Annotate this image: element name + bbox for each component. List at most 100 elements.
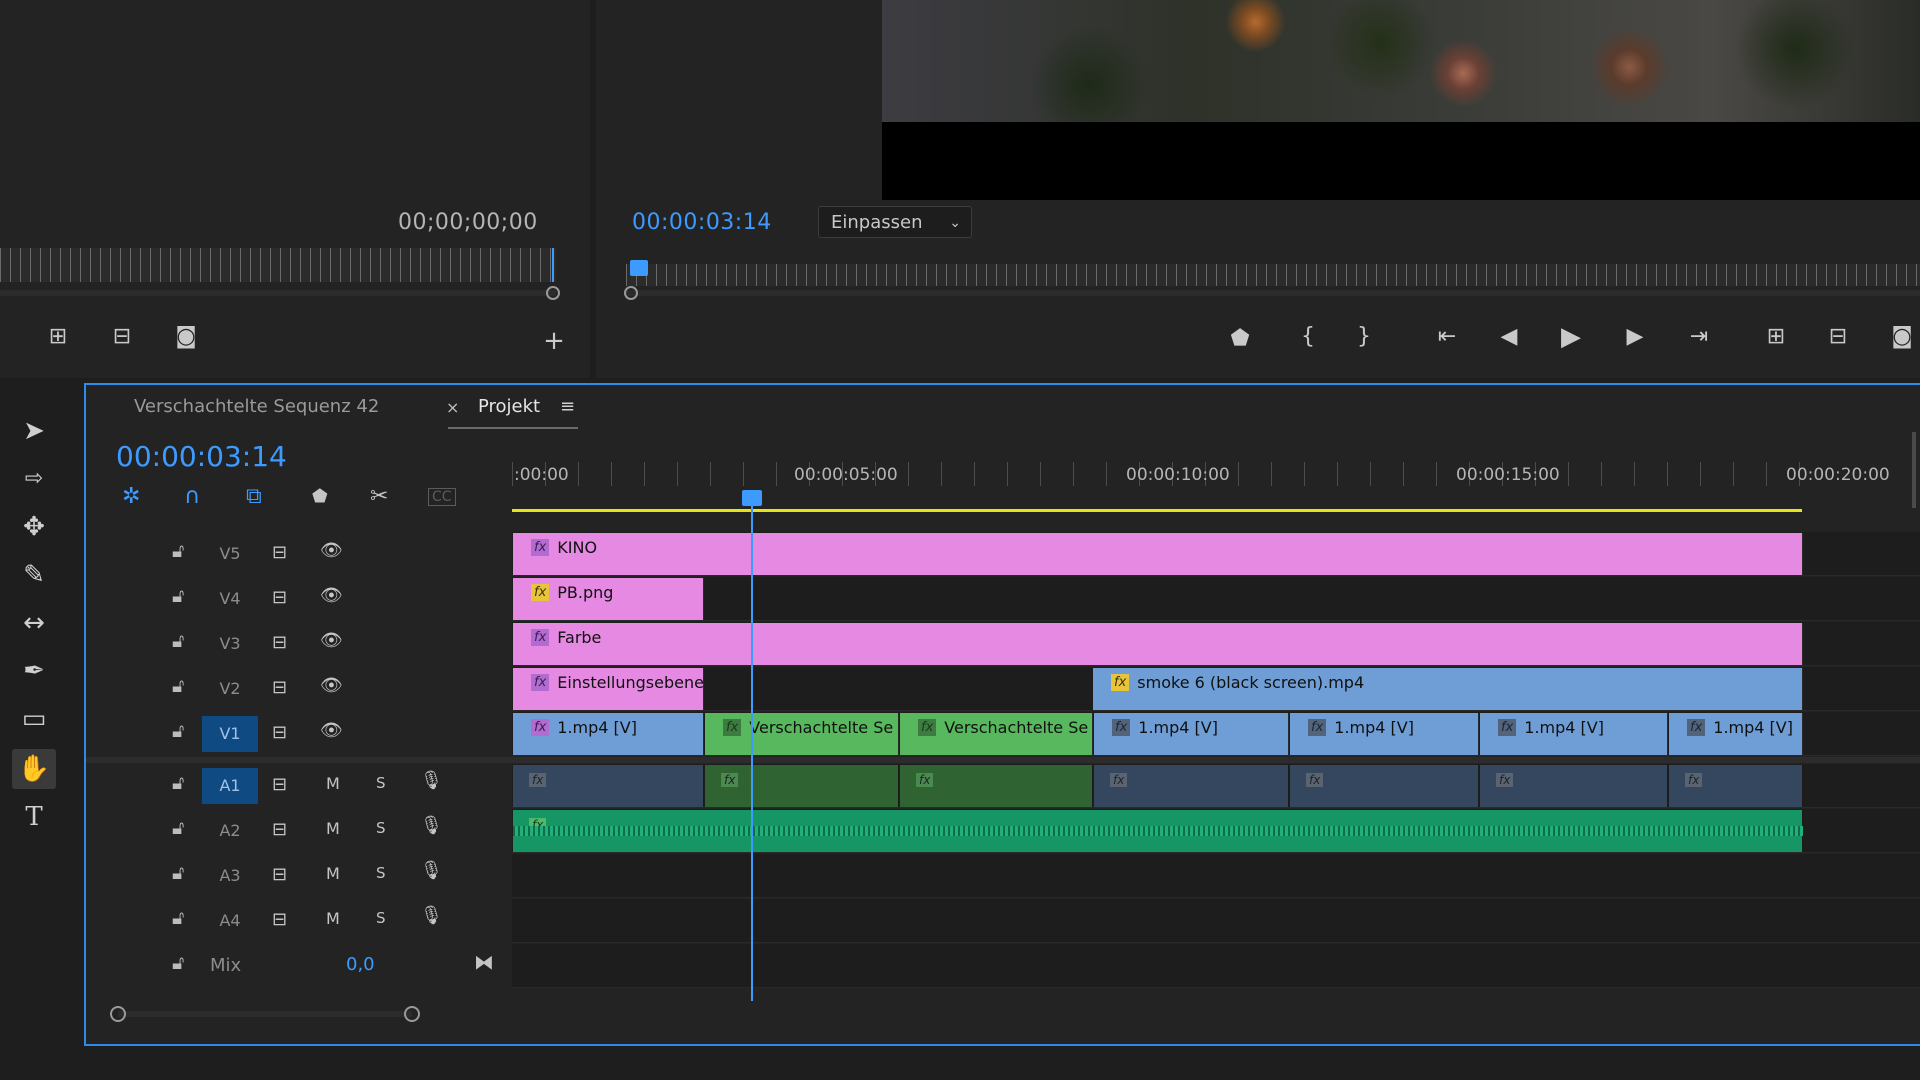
track-name-a3[interactable]: A3 [202, 858, 258, 894]
clip-v1-6[interactable]: fx 1.mp4 [V] [1480, 713, 1668, 755]
eye-icon[interactable]: 👁︎ [320, 720, 343, 741]
mix-meter-icon[interactable]: ⧓ [474, 950, 494, 974]
track-name-a4[interactable]: A4 [202, 903, 258, 939]
timeline-playhead-line[interactable] [751, 505, 753, 1001]
clip-kino[interactable]: fx KINO [513, 533, 1803, 575]
clip-pb-png[interactable]: fx PB.png [513, 578, 704, 620]
mute-button[interactable]: M [326, 909, 340, 928]
sync-lock-icon[interactable]: ⊟ [272, 819, 287, 840]
mute-button[interactable]: M [326, 864, 340, 883]
sync-lock-icon[interactable]: ⊟ [272, 677, 287, 698]
timeline-v-scroll[interactable] [1912, 432, 1916, 508]
razor-tool-icon[interactable]: ✎ [12, 555, 56, 595]
mic-icon[interactable]: 🎙︎ [420, 860, 443, 881]
program-time-ruler[interactable] [626, 264, 1920, 286]
step-forward-icon[interactable]: ▶ [1620, 326, 1650, 348]
track-name-a2[interactable]: A2 [202, 813, 258, 849]
tab-close-icon[interactable]: × [446, 398, 459, 417]
audio-clip-a1-4[interactable]: fx [1094, 765, 1289, 807]
clip-v1-2[interactable]: fx Verschachtelte Se [705, 713, 899, 755]
program-zoom-handle[interactable] [624, 286, 638, 300]
lock-icon[interactable]: 🔓︎ [172, 952, 184, 974]
fit-select[interactable]: Einpassen ⌄ [818, 206, 972, 238]
sync-lock-icon[interactable]: ⊟ [272, 542, 287, 563]
sync-lock-icon[interactable]: ⊟ [272, 774, 287, 795]
go-to-out-icon[interactable]: ⇥ [1682, 326, 1716, 348]
selection-tool-icon[interactable]: ➤ [12, 411, 56, 451]
lock-icon[interactable]: 🔓︎ [172, 630, 184, 652]
step-back-icon[interactable]: ◀ [1494, 326, 1524, 348]
timeline-timecode[interactable]: 00:00:03:14 [116, 440, 287, 473]
program-timecode[interactable]: 00:00:03:14 [632, 210, 772, 235]
eye-icon[interactable]: 👁︎ [320, 630, 343, 651]
nest-icon[interactable]: ✲ [122, 484, 140, 509]
mark-out-icon[interactable]: } [1352, 326, 1376, 348]
track-name-v3[interactable]: V3 [202, 626, 258, 662]
track-name-v4[interactable]: V4 [202, 581, 258, 617]
type-tool-icon[interactable]: T [12, 797, 56, 837]
tab-project[interactable]: Projekt [478, 396, 540, 417]
clip-einstellungsebene[interactable]: fx Einstellungsebene [513, 668, 704, 710]
extract-icon[interactable]: ⊟ [1820, 326, 1856, 348]
audio-clip-a1-2[interactable]: fx [705, 765, 899, 807]
audio-clip-a1-1[interactable]: fx [513, 765, 704, 807]
lock-icon[interactable]: 🔓︎ [172, 675, 184, 697]
audio-clip-a1-5[interactable]: fx [1290, 765, 1479, 807]
add-marker-icon[interactable]: ⬟ [312, 486, 328, 507]
mic-icon[interactable]: 🎙︎ [420, 905, 443, 926]
plus-icon[interactable]: + [536, 328, 572, 354]
go-to-in-icon[interactable]: ⇤ [1430, 326, 1464, 348]
clip-farbe[interactable]: fx Farbe [513, 623, 1803, 665]
track-name-a1[interactable]: A1 [202, 768, 258, 804]
rectangle-tool-icon[interactable]: ▭ [12, 699, 56, 739]
insert-icon[interactable]: ⊞ [38, 326, 78, 348]
camera-icon[interactable]: ◙ [1884, 326, 1920, 348]
lock-icon[interactable]: 🔓︎ [172, 862, 184, 884]
track-select-tool-icon[interactable]: ⇨ [12, 459, 56, 499]
mark-in-icon[interactable]: { [1296, 326, 1320, 348]
captions-icon[interactable]: CC [428, 488, 456, 506]
clip-v1-1[interactable]: fx 1.mp4 [V] [513, 713, 704, 755]
mic-icon[interactable]: 🎙︎ [420, 770, 443, 791]
marker-icon[interactable]: ⬟ [1226, 328, 1254, 350]
eye-icon[interactable]: 👁︎ [320, 675, 343, 696]
sync-lock-icon[interactable]: ⊟ [272, 864, 287, 885]
program-zoom-bar[interactable] [626, 290, 1920, 296]
timeline-playhead-handle[interactable] [742, 490, 762, 506]
audio-clip-a2[interactable]: fx [513, 810, 1803, 852]
track-name-v1[interactable]: V1 [202, 716, 258, 752]
clip-v1-4[interactable]: fx 1.mp4 [V] [1094, 713, 1289, 755]
timeline-zoom-start-handle[interactable] [110, 1006, 126, 1022]
slip-tool-icon[interactable]: ↔ [12, 603, 56, 643]
lock-icon[interactable]: 🔓︎ [172, 720, 184, 742]
hand-tool-icon[interactable]: ✋ [12, 749, 56, 789]
source-playhead[interactable] [552, 248, 554, 282]
lock-icon[interactable]: 🔓︎ [172, 817, 184, 839]
audio-clip-a1-6[interactable]: fx [1480, 765, 1668, 807]
source-zoom-bar[interactable] [0, 290, 556, 296]
tab-menu-icon[interactable]: ≡ [560, 396, 575, 417]
solo-button[interactable]: S [376, 774, 386, 792]
camera-icon[interactable]: ◙ [166, 326, 206, 348]
clip-smoke[interactable]: fx smoke 6 (black screen).mp4 [1093, 668, 1803, 710]
clip-v1-5[interactable]: fx 1.mp4 [V] [1290, 713, 1479, 755]
audio-clip-a1-7[interactable]: fx [1669, 765, 1803, 807]
ripple-edit-tool-icon[interactable]: ✥ [12, 507, 56, 547]
pen-tool-icon[interactable]: ✒ [12, 651, 56, 691]
program-playhead[interactable] [630, 260, 648, 276]
snap-magnet-icon[interactable]: ∩ [184, 484, 200, 509]
eye-icon[interactable]: 👁︎ [320, 540, 343, 561]
solo-button[interactable]: S [376, 909, 386, 927]
track-name-v5[interactable]: V5 [202, 536, 258, 572]
overwrite-icon[interactable]: ⊟ [102, 326, 142, 348]
timeline-zoom-bar[interactable] [118, 1011, 412, 1017]
mute-button[interactable]: M [326, 774, 340, 793]
lock-icon[interactable]: 🔓︎ [172, 540, 184, 562]
linked-selection-icon[interactable]: ⧉ [246, 484, 262, 509]
lock-icon[interactable]: 🔓︎ [172, 907, 184, 929]
track-name-v2[interactable]: V2 [202, 671, 258, 707]
tab-sequence[interactable]: Verschachtelte Sequenz 42 [134, 396, 379, 417]
solo-button[interactable]: S [376, 819, 386, 837]
source-time-ruler[interactable] [0, 248, 556, 282]
eye-icon[interactable]: 👁︎ [320, 585, 343, 606]
